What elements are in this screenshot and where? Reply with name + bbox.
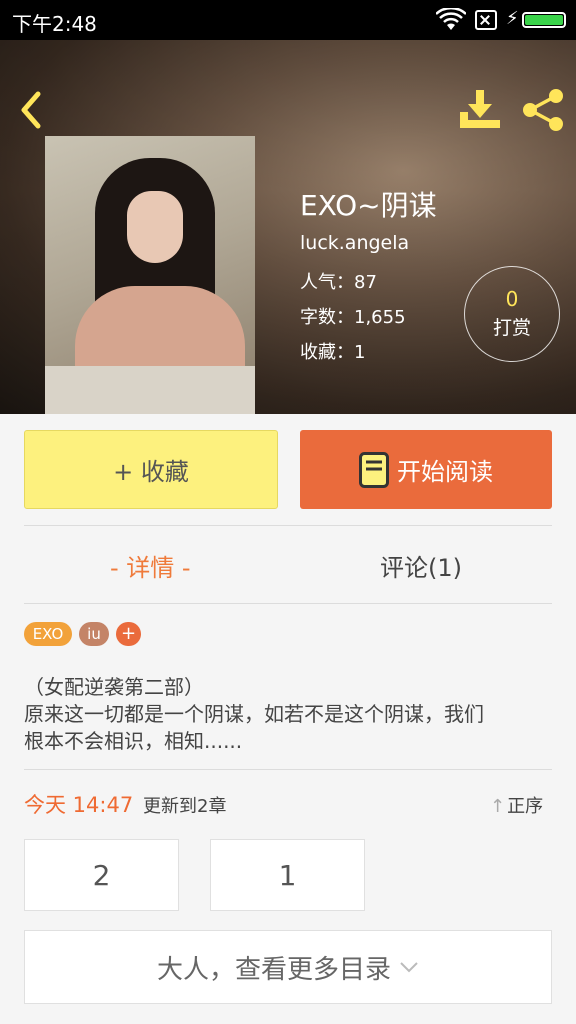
download-icon[interactable] [458,88,502,132]
more-catalog-label: 大人，查看更多目录 [156,954,391,985]
book-cover-image[interactable] [45,136,255,414]
tag-exo[interactable]: EXO [24,622,72,646]
synopsis-line: 根本不会相识，相知...... [24,729,243,753]
popularity-stat: 人气：87 [300,272,377,293]
start-reading-label: 开始阅读 [397,458,493,486]
chevron-down-icon [400,962,418,973]
tab-details[interactable]: - 详情 - [110,548,191,583]
status-bar: 下午2:48 ⚡ [0,0,576,40]
synopsis: （女配逆袭第二部） 原来这一切都是一个阴谋，如若不是这个阴谋，我们 根本不会相识… [24,674,554,755]
book-title: EXO~阴谋 [300,189,437,222]
word-count-stat: 字数：1,655 [300,307,406,328]
favorites-stat: 收藏：1 [300,342,366,363]
sort-button[interactable]: ↑ 正序 [490,792,543,818]
collect-button[interactable]: + 收藏 [24,430,278,509]
add-tag-button[interactable]: + [116,622,141,646]
book-header: EXO~阴谋 luck.angela 人气：87 字数：1,655 收藏：1 0… [0,40,576,414]
share-icon[interactable] [520,88,566,132]
synopsis-line: （女配逆袭第二部） [24,675,204,699]
battery-icon [522,12,566,28]
book-icon [359,451,389,488]
synopsis-line: 原来这一切都是一个阴谋，如若不是这个阴谋，我们 [24,702,484,726]
start-reading-button[interactable]: 开始阅读 [300,430,552,509]
more-catalog-button[interactable]: 大人，查看更多目录 [24,930,552,1004]
tip-label: 打赏 [492,317,531,339]
charging-icon: ⚡ [506,8,519,29]
chapter-item[interactable]: 2 [24,839,179,911]
divider [24,603,552,604]
back-button[interactable] [14,88,50,132]
status-time: 下午2:48 [12,12,97,36]
book-author[interactable]: luck.angela [300,232,409,254]
tab-comments[interactable]: 评论(1) [380,548,462,583]
tag-iu[interactable]: iu [79,622,109,646]
arrow-up-icon: ↑ [490,796,506,817]
tip-count: 0 [505,287,519,311]
update-time: 今天 14:47 [24,793,134,817]
sort-label: 正序 [507,796,544,817]
divider [24,525,552,526]
chapter-item[interactable]: 1 [210,839,365,911]
update-text: 更新到2章 [143,796,227,817]
divider [24,769,552,770]
wifi-icon [436,8,466,30]
tip-button[interactable]: 0 打赏 [464,266,560,362]
no-sim-icon [475,10,497,30]
